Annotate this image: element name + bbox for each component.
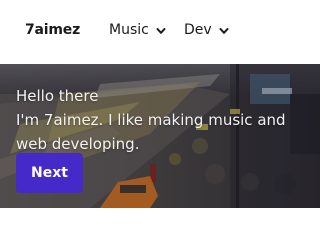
nav-music-label: Music (109, 22, 149, 38)
next-button[interactable]: Next (16, 153, 83, 193)
hero-section: Hello there I'm 7aimez. I like making mu… (0, 64, 320, 208)
hero-text: Hello there I'm 7aimez. I like making mu… (16, 84, 316, 156)
navbar: 7aimez Music Dev (0, 0, 320, 64)
nav-music-dropdown[interactable]: Music (109, 22, 167, 38)
hero-greeting: Hello there (16, 87, 99, 105)
nav-dev-dropdown[interactable]: Dev (184, 22, 230, 38)
nav-dev-label: Dev (184, 22, 212, 38)
hero-intro: I'm 7aimez. I like making music and web … (16, 111, 286, 153)
brand-logo[interactable]: 7aimez (25, 22, 80, 38)
chevron-down-icon (156, 28, 166, 34)
chevron-down-icon (219, 28, 229, 34)
